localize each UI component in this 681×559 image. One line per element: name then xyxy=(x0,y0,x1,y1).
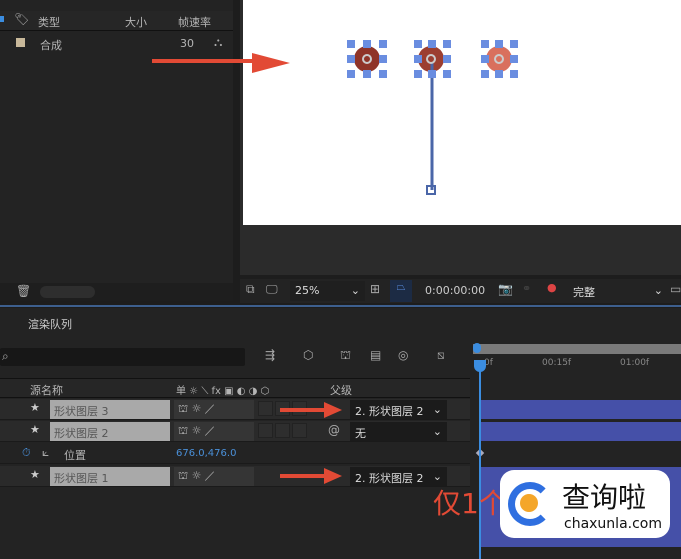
layer-name[interactable]: 形状图层 2 xyxy=(50,422,170,441)
layer-search-input[interactable]: ⌕ xyxy=(0,348,245,366)
project-column-header: 🏷 类型 大小 帧速率 xyxy=(0,11,233,31)
property-row-position[interactable]: ⏱ ⟀ 位置 676.0,476.0 xyxy=(0,443,470,464)
comp-flowchart-icon[interactable]: ⇶ xyxy=(265,348,275,362)
region-of-interest-icon[interactable]: ▭ xyxy=(670,282,681,296)
column-source-name[interactable]: 源名称 xyxy=(30,382,63,398)
timecode[interactable]: 0:00:00:00 xyxy=(425,284,485,297)
channel-rgb-icon[interactable]: ● xyxy=(547,281,557,294)
watermark-logo-dot xyxy=(520,494,538,512)
property-name: 位置 xyxy=(64,449,86,462)
show-snapshot-icon[interactable]: ⚭ xyxy=(522,282,531,295)
annotation-text: 仅1个 xyxy=(433,487,507,520)
panel-divider xyxy=(0,305,681,307)
layer-name[interactable]: 形状图层 3 xyxy=(50,400,170,419)
shape-layer-3-handles xyxy=(354,46,380,72)
layer-row[interactable]: ★ 形状图层 1 ⛫ ☼ ⟋ 2. 形状图层 2 ⌄ xyxy=(0,466,470,487)
composition-canvas[interactable] xyxy=(243,0,681,225)
column-type[interactable]: 类型 xyxy=(38,14,60,30)
project-item-comp[interactable]: 合成 30 ⛬ xyxy=(0,34,233,52)
property-value[interactable]: 676.0,476.0 xyxy=(176,448,236,459)
layer-duration-bar[interactable] xyxy=(481,422,681,441)
column-size[interactable]: 大小 xyxy=(125,14,147,30)
project-footer: 🗑 xyxy=(0,283,233,301)
tab-render-queue[interactable]: 渲染队列 xyxy=(28,316,72,332)
ruler-label: 00:15f xyxy=(542,358,572,368)
watermark-title: 查询啦 xyxy=(562,481,647,514)
pick-whip-icon[interactable]: @ xyxy=(328,423,340,437)
stopwatch-icon[interactable]: ⏱ xyxy=(22,446,31,460)
parent-dropdown[interactable]: 无 ⌄ xyxy=(350,422,447,441)
draft-3d-icon[interactable]: ⬡ xyxy=(303,348,313,362)
column-fps[interactable]: 帧速率 xyxy=(178,14,211,30)
shape-star-icon: ★ xyxy=(30,468,40,481)
switches-header: 单 ☼ ⟍ fx ▣ ◐ ◑ ⬡ xyxy=(176,386,270,397)
motion-blur-icon[interactable]: ◎ xyxy=(398,348,408,362)
viewer-toolbar: ⧉ 🖵 25% ⌄ ⊞ ⏢ 0:00:00:00 📷 ⚭ ● 完整 ⌄ ▭ xyxy=(240,279,681,303)
flowchart-icon[interactable]: ⛬ xyxy=(214,35,222,50)
ruler-label: 01:00f xyxy=(620,358,650,368)
graph-editor-icon[interactable]: ⧅ xyxy=(437,348,445,363)
resolution-dropdown[interactable]: 完整 ⌄ xyxy=(568,281,668,301)
zoom-dropdown[interactable]: 25% ⌄ xyxy=(290,281,365,301)
layer-switches[interactable]: ⛫ ☼ ⟋ xyxy=(174,422,254,441)
search-icon: ⌕ xyxy=(2,349,9,363)
shape-star-icon: ★ xyxy=(30,423,40,436)
shape-layers xyxy=(347,40,518,195)
shy-layers-icon[interactable]: ⛫ xyxy=(340,348,351,364)
layer-column-header: 源名称 单 ☼ ⟍ fx ▣ ◐ ◑ ⬡ 父级 xyxy=(0,378,470,398)
shape-star-icon: ★ xyxy=(30,401,40,414)
column-parent[interactable]: 父级 xyxy=(330,382,352,398)
grid-guide-icon[interactable]: ⊞ xyxy=(370,282,380,296)
layer-switches[interactable]: ⛫ ☼ ⟋ xyxy=(174,467,254,486)
frame-blending-icon[interactable]: ▤ xyxy=(370,348,381,362)
time-ruler[interactable]: 0f 00:15f 01:00f xyxy=(470,356,681,376)
layer-row[interactable]: ★ 形状图层 3 ⛫ ☼ ⟋ 2. 形状图层 2 ⌄ xyxy=(0,399,470,420)
layer-duration-bar[interactable] xyxy=(481,400,681,419)
playhead-handle[interactable] xyxy=(474,360,486,372)
layer-switches[interactable]: ⛫ ☼ ⟋ xyxy=(174,400,254,419)
playhead[interactable] xyxy=(479,360,481,559)
scrollbar[interactable] xyxy=(40,286,95,298)
label-color-swatch xyxy=(16,38,25,47)
region-icon[interactable]: ⧉ xyxy=(246,282,255,297)
layer-name[interactable]: 形状图层 1 xyxy=(50,467,170,486)
watermark: 查询啦 chaxunla.com xyxy=(500,470,670,538)
snapshot-camera-icon[interactable]: 📷 xyxy=(498,282,513,296)
work-area-bar[interactable] xyxy=(473,344,681,354)
trash-icon[interactable]: 🗑 xyxy=(16,284,31,298)
item-type: 合成 xyxy=(40,39,62,52)
mask-visibility-icon[interactable]: ⏢ xyxy=(390,280,412,302)
sort-indicator xyxy=(0,16,4,22)
parent-dropdown[interactable]: 2. 形状图层 2 ⌄ xyxy=(350,400,447,419)
item-fps: 30 xyxy=(180,37,194,50)
monitor-icon[interactable]: 🖵 xyxy=(266,282,278,297)
work-area-start[interactable] xyxy=(473,343,481,353)
graph-icon[interactable]: ⟀ xyxy=(42,445,49,460)
label-tag-icon: 🏷 xyxy=(14,12,30,26)
watermark-url: chaxunla.com xyxy=(564,516,662,532)
layer-row[interactable]: ★ 形状图层 2 ⛫ ☼ ⟋ @ 无 ⌄ xyxy=(0,421,470,442)
